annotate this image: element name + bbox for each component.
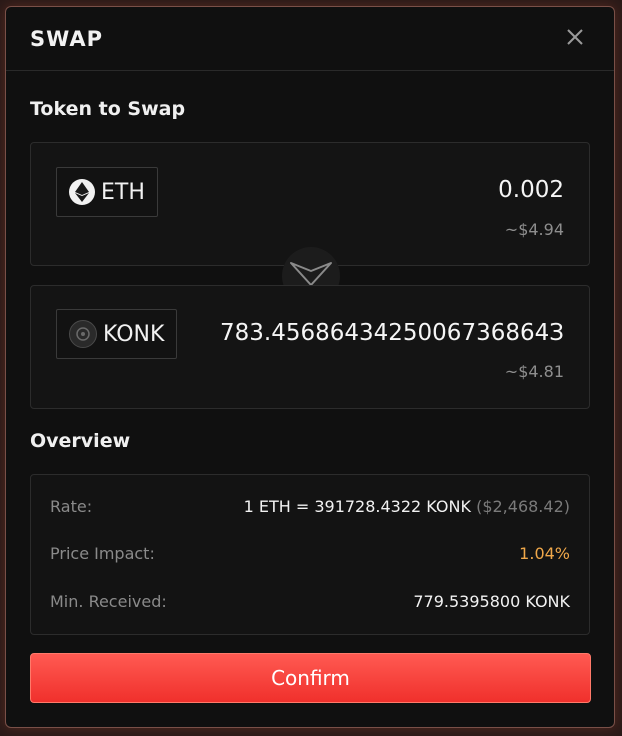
overview-card: Rate: 1 ETH = 391728.4322 KONK ($2,468.4… [30, 474, 590, 635]
rate-value: 1 ETH = 391728.4322 KONK ($2,468.42) [244, 497, 570, 516]
to-token-card: KONK 783.4568643425006736864З ~$4.81 [30, 285, 590, 409]
price-impact-value: 1.04% [519, 544, 570, 563]
from-token-selector[interactable]: ETH [56, 167, 158, 217]
rate-row: Rate: 1 ETH = 391728.4322 KONK ($2,468.4… [50, 497, 570, 521]
to-usd-value: ~$4.81 [504, 362, 564, 381]
konk-icon [69, 320, 97, 348]
from-amount[interactable]: 0.002 [498, 177, 564, 203]
min-received-row: Min. Received: 779.5395800 KONK [50, 592, 570, 616]
min-received-value: 779.5395800 KONK [413, 592, 570, 611]
modal-title: SWAP [30, 27, 103, 51]
overview-title: Overview [30, 430, 131, 452]
to-token-selector[interactable]: KONK [56, 309, 178, 359]
to-amount: 783.4568643425006736864З [220, 320, 564, 346]
swap-modal: SWAP Token to Swap ETH 0.002 ~$4.94 KONK… [5, 6, 615, 728]
rate-label: Rate: [50, 497, 93, 516]
token-to-swap-title: Token to Swap [30, 98, 186, 120]
min-received-label: Min. Received: [50, 592, 167, 611]
rate-value-text: 1 ETH = 391728.4322 KONK [243, 497, 471, 516]
rate-usd-value: ($2,468.42) [476, 497, 570, 516]
price-impact-row: Price Impact: 1.04% [50, 544, 570, 568]
to-token-symbol: KONK [103, 321, 165, 347]
modal-header: SWAP [6, 7, 614, 71]
close-icon[interactable] [564, 26, 586, 48]
eth-icon [69, 179, 95, 205]
confirm-button[interactable]: Confirm [30, 653, 591, 703]
from-usd-value: ~$4.94 [504, 220, 564, 239]
price-impact-label: Price Impact: [50, 544, 155, 563]
from-token-symbol: ETH [101, 179, 145, 205]
